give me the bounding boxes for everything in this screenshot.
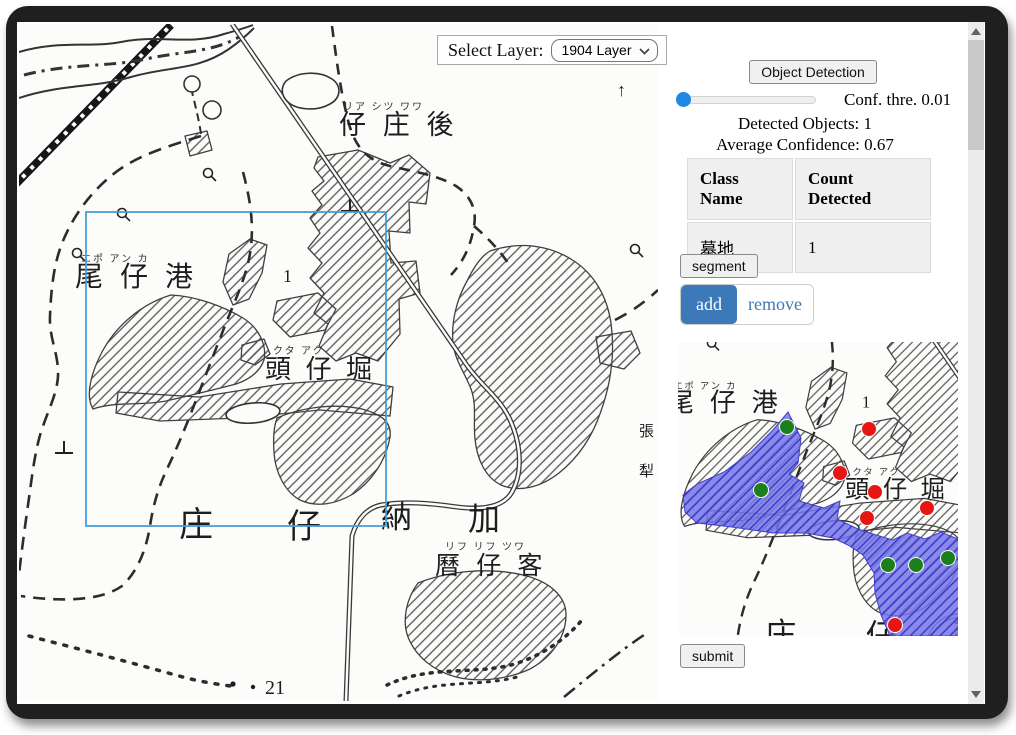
layer-select-label: Select Layer: [448, 40, 543, 61]
object-detection-button[interactable]: Object Detection [749, 60, 877, 84]
detected-objects-text: Detected Objects: 1 [658, 114, 952, 134]
layer-select-value: 1904 Layer [561, 42, 631, 58]
segment-button[interactable]: segment [680, 254, 758, 278]
table-cell-count: 1 [795, 222, 931, 273]
remove-point [888, 618, 903, 633]
remove-point [862, 422, 877, 437]
confidence-slider[interactable] [676, 91, 816, 109]
add-point [780, 420, 795, 435]
layer-select[interactable]: 1904 Layer [551, 39, 657, 62]
add-remove-toggle: add remove [680, 284, 814, 325]
slider-thumb[interactable] [676, 92, 691, 107]
remove-point [920, 501, 935, 516]
add-point [909, 558, 924, 573]
add-point [881, 558, 896, 573]
scrollbar-thumb[interactable] [968, 40, 984, 150]
slider-track[interactable] [676, 96, 816, 104]
scroll-down-icon[interactable] [971, 691, 981, 698]
submit-button[interactable]: submit [680, 644, 745, 668]
segmentation-preview[interactable] [678, 342, 958, 636]
add-point [754, 483, 769, 498]
main-map[interactable]: リア シツ ワワ 仔 庄 後 エポ アン カ 尾 仔 港 クタ アク 頭 仔 堀… [19, 24, 658, 701]
remove-point [868, 485, 883, 500]
app-window: リア シツ ワワ 仔 庄 後 エポ アン カ 尾 仔 港 クタ アク 頭 仔 堀… [6, 6, 1008, 719]
average-confidence-text: Average Confidence: 0.67 [658, 135, 952, 155]
control-panel: Object Detection Conf. thre. 0.01 Detect… [658, 22, 968, 704]
layer-select-box: Select Layer: 1904 Layer [437, 35, 667, 65]
remove-point [860, 511, 875, 526]
table-header-class-name: Class Name [687, 158, 793, 220]
remove-point [833, 466, 848, 481]
remove-mode-button[interactable]: remove [737, 285, 813, 324]
chevron-down-icon [639, 42, 650, 58]
add-mode-button[interactable]: add [681, 285, 737, 324]
confidence-threshold-label: Conf. thre. 0.01 [844, 90, 951, 110]
page-content: リア シツ ワワ 仔 庄 後 エポ アン カ 尾 仔 港 クタ アク 頭 仔 堀… [17, 22, 985, 704]
scrollbar[interactable] [968, 22, 984, 704]
add-point [941, 551, 956, 566]
scroll-up-icon[interactable] [971, 28, 981, 35]
table-header-row: Class Name Count Detected [687, 158, 931, 220]
table-header-count: Count Detected [795, 158, 931, 220]
